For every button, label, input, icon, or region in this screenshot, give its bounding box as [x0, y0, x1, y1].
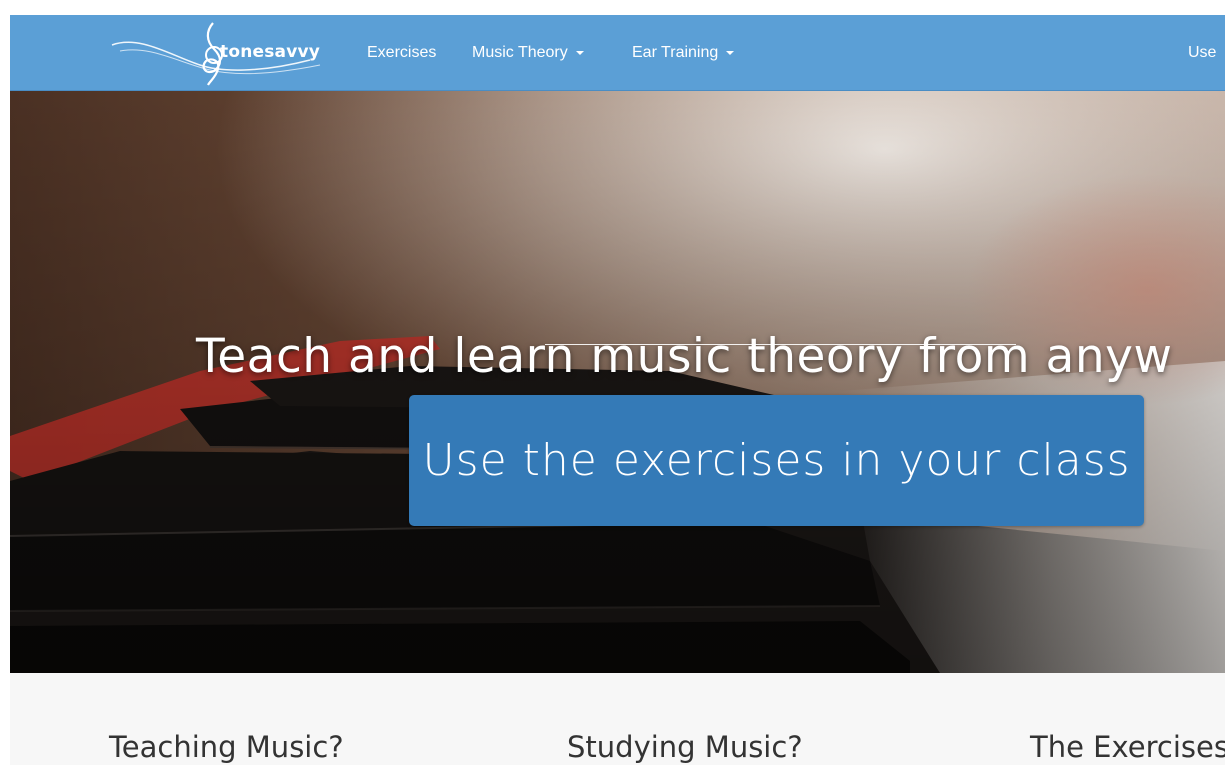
hero-section: Teach and learn music theory from anyw U… — [10, 91, 1225, 673]
brand-logo-link[interactable]: tonesavvy — [110, 15, 350, 90]
brand-name: tonesavvy — [220, 42, 321, 62]
nav-ear-training[interactable]: Ear Training — [632, 44, 735, 62]
feature-title-teaching: Teaching Music? — [109, 730, 344, 764]
nav-ear-training-label: Ear Training — [632, 44, 719, 61]
navbar: tonesavvy Exercises Music Theory Ear Tra… — [10, 15, 1225, 91]
nav-right-link[interactable]: Use — [1188, 44, 1216, 62]
caret-down-icon — [575, 51, 584, 55]
caret-down-icon — [726, 51, 735, 55]
features-section: Teaching Music? Studying Music? The Exer… — [10, 673, 1225, 765]
nav-exercises[interactable]: Exercises — [367, 44, 436, 62]
feature-title-studying: Studying Music? — [567, 730, 803, 764]
nav-exercises-label: Exercises — [367, 44, 437, 61]
use-exercises-button[interactable]: Use the exercises in your class — [409, 395, 1144, 526]
hero-heading: Teach and learn music theory from anyw — [196, 329, 1173, 384]
hero-divider — [545, 344, 1016, 345]
nav-music-theory[interactable]: Music Theory — [472, 44, 584, 62]
page: tonesavvy Exercises Music Theory Ear Tra… — [0, 0, 1225, 765]
nav-music-theory-label: Music Theory — [472, 44, 568, 61]
feature-title-exercises: The Exercises — [1030, 730, 1225, 764]
